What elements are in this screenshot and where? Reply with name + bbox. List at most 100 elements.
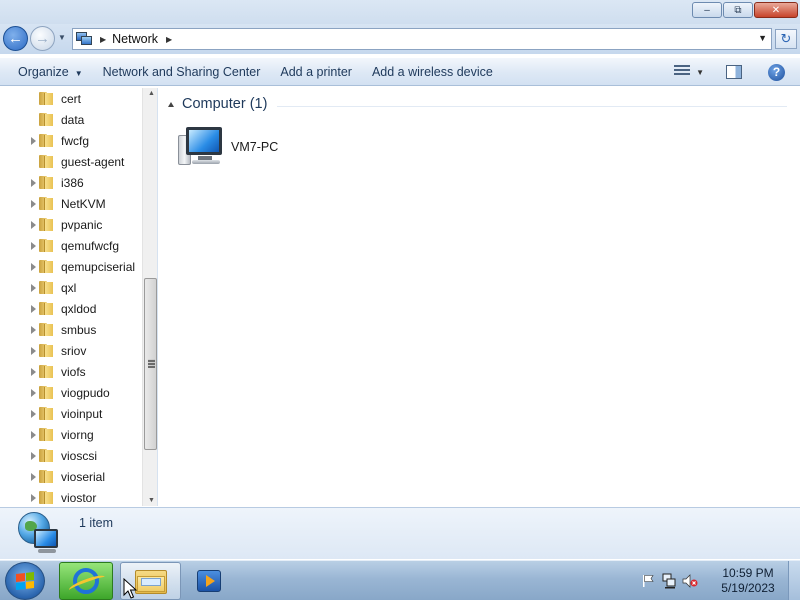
expand-arrow-icon[interactable] xyxy=(31,136,36,145)
navigation-scrollbar[interactable]: ▲ ▬ ▬ ▬ ▼ xyxy=(142,88,157,506)
tree-item[interactable]: qxldod xyxy=(0,298,142,319)
minimize-button[interactable]: – xyxy=(692,2,722,18)
group-header-computer[interactable]: Computer (1) xyxy=(168,96,267,112)
tree-item[interactable]: NetKVM xyxy=(0,193,142,214)
folder-icon xyxy=(39,134,54,147)
expand-arrow-icon[interactable] xyxy=(31,325,36,334)
tree-item[interactable]: smbus xyxy=(0,319,142,340)
item-count: 1 item xyxy=(79,516,114,530)
close-button[interactable]: ✕ xyxy=(754,2,798,18)
help-icon[interactable]: ? xyxy=(768,63,785,81)
tree-item[interactable]: viostor xyxy=(0,487,142,506)
organize-button[interactable]: Organize ▼ xyxy=(8,65,93,79)
chevron-down-icon: ▼ xyxy=(74,68,83,78)
add-printer-button[interactable]: Add a printer xyxy=(270,65,362,79)
expand-arrow-icon[interactable] xyxy=(31,388,36,397)
command-bar-right: ▼ ? xyxy=(674,58,800,86)
expand-arrow-icon[interactable] xyxy=(31,367,36,376)
folder-icon xyxy=(39,407,54,420)
expand-arrow-icon[interactable] xyxy=(31,262,36,271)
tree-item[interactable]: i386 xyxy=(0,172,142,193)
view-options-dropdown-icon[interactable]: ▼ xyxy=(696,68,704,77)
folder-icon xyxy=(39,197,54,210)
tree-item-label: cert xyxy=(61,91,82,106)
refresh-button[interactable]: ↻ xyxy=(775,29,797,49)
tree-item[interactable]: data xyxy=(0,109,142,130)
tree-item-label: viogpudo xyxy=(61,385,110,400)
change-view-icon[interactable] xyxy=(674,65,691,79)
tree-item[interactable]: viogpudo xyxy=(0,382,142,403)
tree-item[interactable]: viofs xyxy=(0,361,142,382)
start-button[interactable] xyxy=(5,562,45,600)
tree-item[interactable]: vioscsi xyxy=(0,445,142,466)
expand-arrow-icon[interactable] xyxy=(31,199,36,208)
expand-arrow-icon[interactable] xyxy=(31,283,36,292)
expand-arrow-icon[interactable] xyxy=(31,178,36,187)
breadcrumb-separator-icon[interactable]: ▶ xyxy=(100,35,106,44)
scroll-down-icon[interactable]: ▼ xyxy=(148,497,155,504)
forward-button[interactable]: → xyxy=(30,26,55,51)
expand-arrow-icon[interactable] xyxy=(31,472,36,481)
tree-item[interactable]: cert xyxy=(0,88,142,109)
window-controls: – ⧉ ✕ xyxy=(692,2,798,18)
tree-item-label: pvpanic xyxy=(61,217,103,232)
scroll-thumb[interactable]: ▬ ▬ ▬ xyxy=(144,278,157,450)
tree-item-label: viostor xyxy=(61,490,97,505)
tree-item[interactable]: qemupciserial xyxy=(0,256,142,277)
breadcrumb-separator-icon[interactable]: ▶ xyxy=(166,35,172,44)
tree-item[interactable]: fwcfg xyxy=(0,130,142,151)
recent-pages-dropdown[interactable]: ▼ xyxy=(58,33,66,42)
expand-arrow-icon[interactable] xyxy=(31,346,36,355)
tree-item-label: vioserial xyxy=(61,469,106,484)
folder-icon xyxy=(39,491,54,504)
volume-muted-icon[interactable] xyxy=(682,574,698,588)
folder-icon xyxy=(39,218,54,231)
tree-item-label: vioinput xyxy=(61,406,103,421)
windows-logo-icon xyxy=(16,572,34,590)
network-status-icon[interactable] xyxy=(662,573,676,589)
folder-icon xyxy=(39,239,54,252)
preview-pane-icon[interactable] xyxy=(726,65,742,79)
tree-item[interactable]: sriov xyxy=(0,340,142,361)
expand-arrow-icon[interactable] xyxy=(31,220,36,229)
tree-item[interactable]: pvpanic xyxy=(0,214,142,235)
address-dropdown-icon[interactable]: ▼ xyxy=(758,33,767,43)
scroll-up-icon[interactable]: ▲ xyxy=(148,90,155,97)
expand-arrow-icon[interactable] xyxy=(31,241,36,250)
maximize-button[interactable]: ⧉ xyxy=(723,2,753,18)
collapse-group-icon[interactable] xyxy=(168,101,174,107)
back-button[interactable]: ← xyxy=(3,26,28,51)
folder-icon xyxy=(39,428,54,441)
address-bar[interactable]: ▶ Network ▶ ▼ xyxy=(72,28,772,50)
taskbar-clock[interactable]: 10:59 PM 5/19/2023 xyxy=(712,566,784,596)
tree-item-label: qemufwcfg xyxy=(61,238,120,253)
add-wireless-device-button[interactable]: Add a wireless device xyxy=(362,65,503,79)
breadcrumb-network[interactable]: Network xyxy=(112,32,158,46)
tree-item-label: data xyxy=(61,112,85,127)
expand-arrow-icon[interactable] xyxy=(31,451,36,460)
expand-arrow-icon[interactable] xyxy=(31,430,36,439)
tree-item-label: NetKVM xyxy=(61,196,106,211)
tree-item[interactable]: qemufwcfg xyxy=(0,235,142,256)
tree-item-label: vioscsi xyxy=(61,448,98,463)
tree-item[interactable]: viorng xyxy=(0,424,142,445)
tree-item-label: qemupciserial xyxy=(61,259,136,274)
computer-item[interactable]: VM7-PC xyxy=(178,124,308,170)
taskbar-internet-explorer[interactable] xyxy=(59,562,113,600)
folder-icon xyxy=(39,113,54,126)
expand-arrow-icon[interactable] xyxy=(31,409,36,418)
windows-explorer-icon xyxy=(134,568,167,594)
tree-item[interactable]: vioinput xyxy=(0,403,142,424)
clock-date: 5/19/2023 xyxy=(721,581,775,595)
tree-item[interactable]: vioserial xyxy=(0,466,142,487)
action-center-flag-icon[interactable] xyxy=(642,574,656,588)
tree-item-label: fwcfg xyxy=(61,133,90,148)
expand-arrow-icon[interactable] xyxy=(31,493,36,502)
taskbar-media-player[interactable] xyxy=(186,562,232,600)
internet-explorer-icon xyxy=(73,568,99,594)
network-sharing-center-button[interactable]: Network and Sharing Center xyxy=(93,65,271,79)
tree-item[interactable]: guest-agent xyxy=(0,151,142,172)
expand-arrow-icon[interactable] xyxy=(31,304,36,313)
show-desktop-button[interactable] xyxy=(788,561,800,600)
tree-item[interactable]: qxl xyxy=(0,277,142,298)
